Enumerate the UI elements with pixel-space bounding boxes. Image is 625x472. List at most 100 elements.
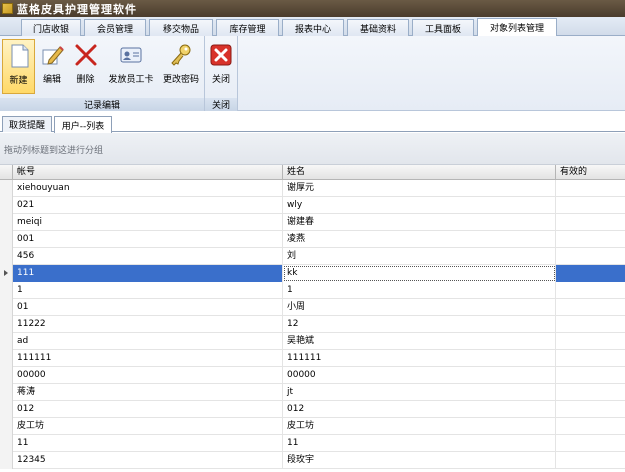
row-indicator[interactable] [0,248,13,265]
cell-account[interactable]: 111 [13,265,283,282]
edit-button[interactable]: 编辑 [37,39,67,94]
table-row[interactable]: 456 刘 [0,248,625,265]
cell-account[interactable]: 001 [13,231,283,248]
cell-account[interactable]: 12345 [13,452,283,469]
cell-account[interactable]: 01 [13,299,283,316]
row-indicator[interactable] [0,452,13,469]
cell-valid[interactable] [556,214,625,231]
cell-name[interactable]: wly [283,197,556,214]
table-row[interactable]: 11 [0,282,625,299]
cell-valid[interactable] [556,401,625,418]
table-row[interactable]: meiqi 谢建春 [0,214,625,231]
row-indicator[interactable] [0,367,13,384]
cell-name[interactable]: 11 [283,435,556,452]
cell-valid[interactable] [556,265,625,282]
cell-account[interactable]: 1 [13,282,283,299]
row-indicator[interactable] [0,214,13,231]
table-row[interactable]: 01 小周 [0,299,625,316]
cell-name[interactable]: 谢厚元 [283,180,556,197]
cell-valid[interactable] [556,435,625,452]
delete-button[interactable]: 删除 [69,39,102,94]
cell-valid[interactable] [556,350,625,367]
change-password-button[interactable]: 更改密码 [159,39,203,94]
cell-valid[interactable] [556,418,625,435]
cell-valid[interactable] [556,197,625,214]
cell-name[interactable]: 皮工坊 [283,418,556,435]
table-row[interactable]: xiehouyuan 谢厚元 [0,180,625,197]
table-row[interactable]: 12345 段玫宇 [0,452,625,469]
cell-valid[interactable] [556,367,625,384]
group-by-panel[interactable]: 拖动列标题到这进行分组 [0,133,625,165]
row-indicator[interactable] [0,316,13,333]
row-indicator[interactable] [0,197,13,214]
table-row[interactable]: 021 wly [0,197,625,214]
cell-account[interactable]: 皮工坊 [13,418,283,435]
cell-valid[interactable] [556,452,625,469]
cell-valid[interactable] [556,299,625,316]
cell-valid[interactable] [556,333,625,350]
cell-account[interactable]: 蒋涛 [13,384,283,401]
table-row[interactable]: 皮工坊 皮工坊 [0,418,625,435]
row-indicator[interactable] [0,418,13,435]
tab-report-center[interactable]: 报表中心 [282,19,344,36]
cell-valid[interactable] [556,248,625,265]
cell-valid[interactable] [556,384,625,401]
cell-name[interactable]: 00000 [283,367,556,384]
table-row[interactable]: 111 kk [0,265,625,282]
cell-name[interactable]: 刘 [283,248,556,265]
table-row[interactable]: ad 吴艳斌 [0,333,625,350]
cell-account[interactable]: 111111 [13,350,283,367]
cell-account[interactable]: meiqi [13,214,283,231]
tab-basic-data[interactable]: 基础资料 [347,19,409,36]
cell-name[interactable]: jt [283,384,556,401]
row-indicator[interactable] [0,299,13,316]
doctab-user-list[interactable]: 用户--列表 [54,116,112,133]
row-indicator[interactable] [0,333,13,350]
cell-name[interactable]: 凌燕 [283,231,556,248]
column-header-name[interactable]: 姓名 [283,165,556,180]
cell-valid[interactable] [556,316,625,333]
table-row[interactable]: 012 012 [0,401,625,418]
table-row[interactable]: 蒋涛 jt [0,384,625,401]
cell-name[interactable]: 012 [283,401,556,418]
cell-account[interactable]: 11222 [13,316,283,333]
new-button[interactable]: 新建 [2,39,35,94]
cell-valid[interactable] [556,282,625,299]
cell-valid[interactable] [556,180,625,197]
cell-account[interactable]: ad [13,333,283,350]
tab-store-checkout[interactable]: 门店收银 [21,19,81,36]
doctab-pickup-reminder[interactable]: 取货提醒 [2,116,52,132]
cell-name[interactable]: 12 [283,316,556,333]
cell-name[interactable]: 段玫宇 [283,452,556,469]
table-row[interactable]: 11 11 [0,435,625,452]
cell-account[interactable]: 456 [13,248,283,265]
cell-account[interactable]: xiehouyuan [13,180,283,197]
cell-name[interactable]: kk [283,265,556,282]
close-button[interactable]: 关闭 [207,39,235,94]
table-row[interactable]: 11222 12 [0,316,625,333]
row-indicator[interactable] [0,350,13,367]
tab-transfer-items[interactable]: 移交物品 [149,19,213,36]
cell-name[interactable]: 谢建春 [283,214,556,231]
tab-object-list-management[interactable]: 对象列表管理 [477,18,557,36]
cell-account[interactable]: 11 [13,435,283,452]
tab-tools-panel[interactable]: 工具面板 [412,19,474,36]
cell-name[interactable]: 吴艳斌 [283,333,556,350]
tab-inventory-management[interactable]: 库存管理 [216,19,279,36]
row-indicator[interactable] [0,265,13,282]
cell-account[interactable]: 012 [13,401,283,418]
row-indicator[interactable] [0,282,13,299]
tab-member-management[interactable]: 会员管理 [84,19,146,36]
table-row[interactable]: 00000 00000 [0,367,625,384]
cell-account[interactable]: 021 [13,197,283,214]
cell-name[interactable]: 111111 [283,350,556,367]
cell-name[interactable]: 小周 [283,299,556,316]
column-header-account[interactable]: 帐号 [13,165,283,180]
row-indicator[interactable] [0,231,13,248]
cell-account[interactable]: 00000 [13,367,283,384]
issue-employee-card-button[interactable]: 发放员工卡 [104,39,158,94]
row-indicator[interactable] [0,384,13,401]
row-indicator[interactable] [0,435,13,452]
row-indicator[interactable] [0,180,13,197]
cell-name[interactable]: 1 [283,282,556,299]
